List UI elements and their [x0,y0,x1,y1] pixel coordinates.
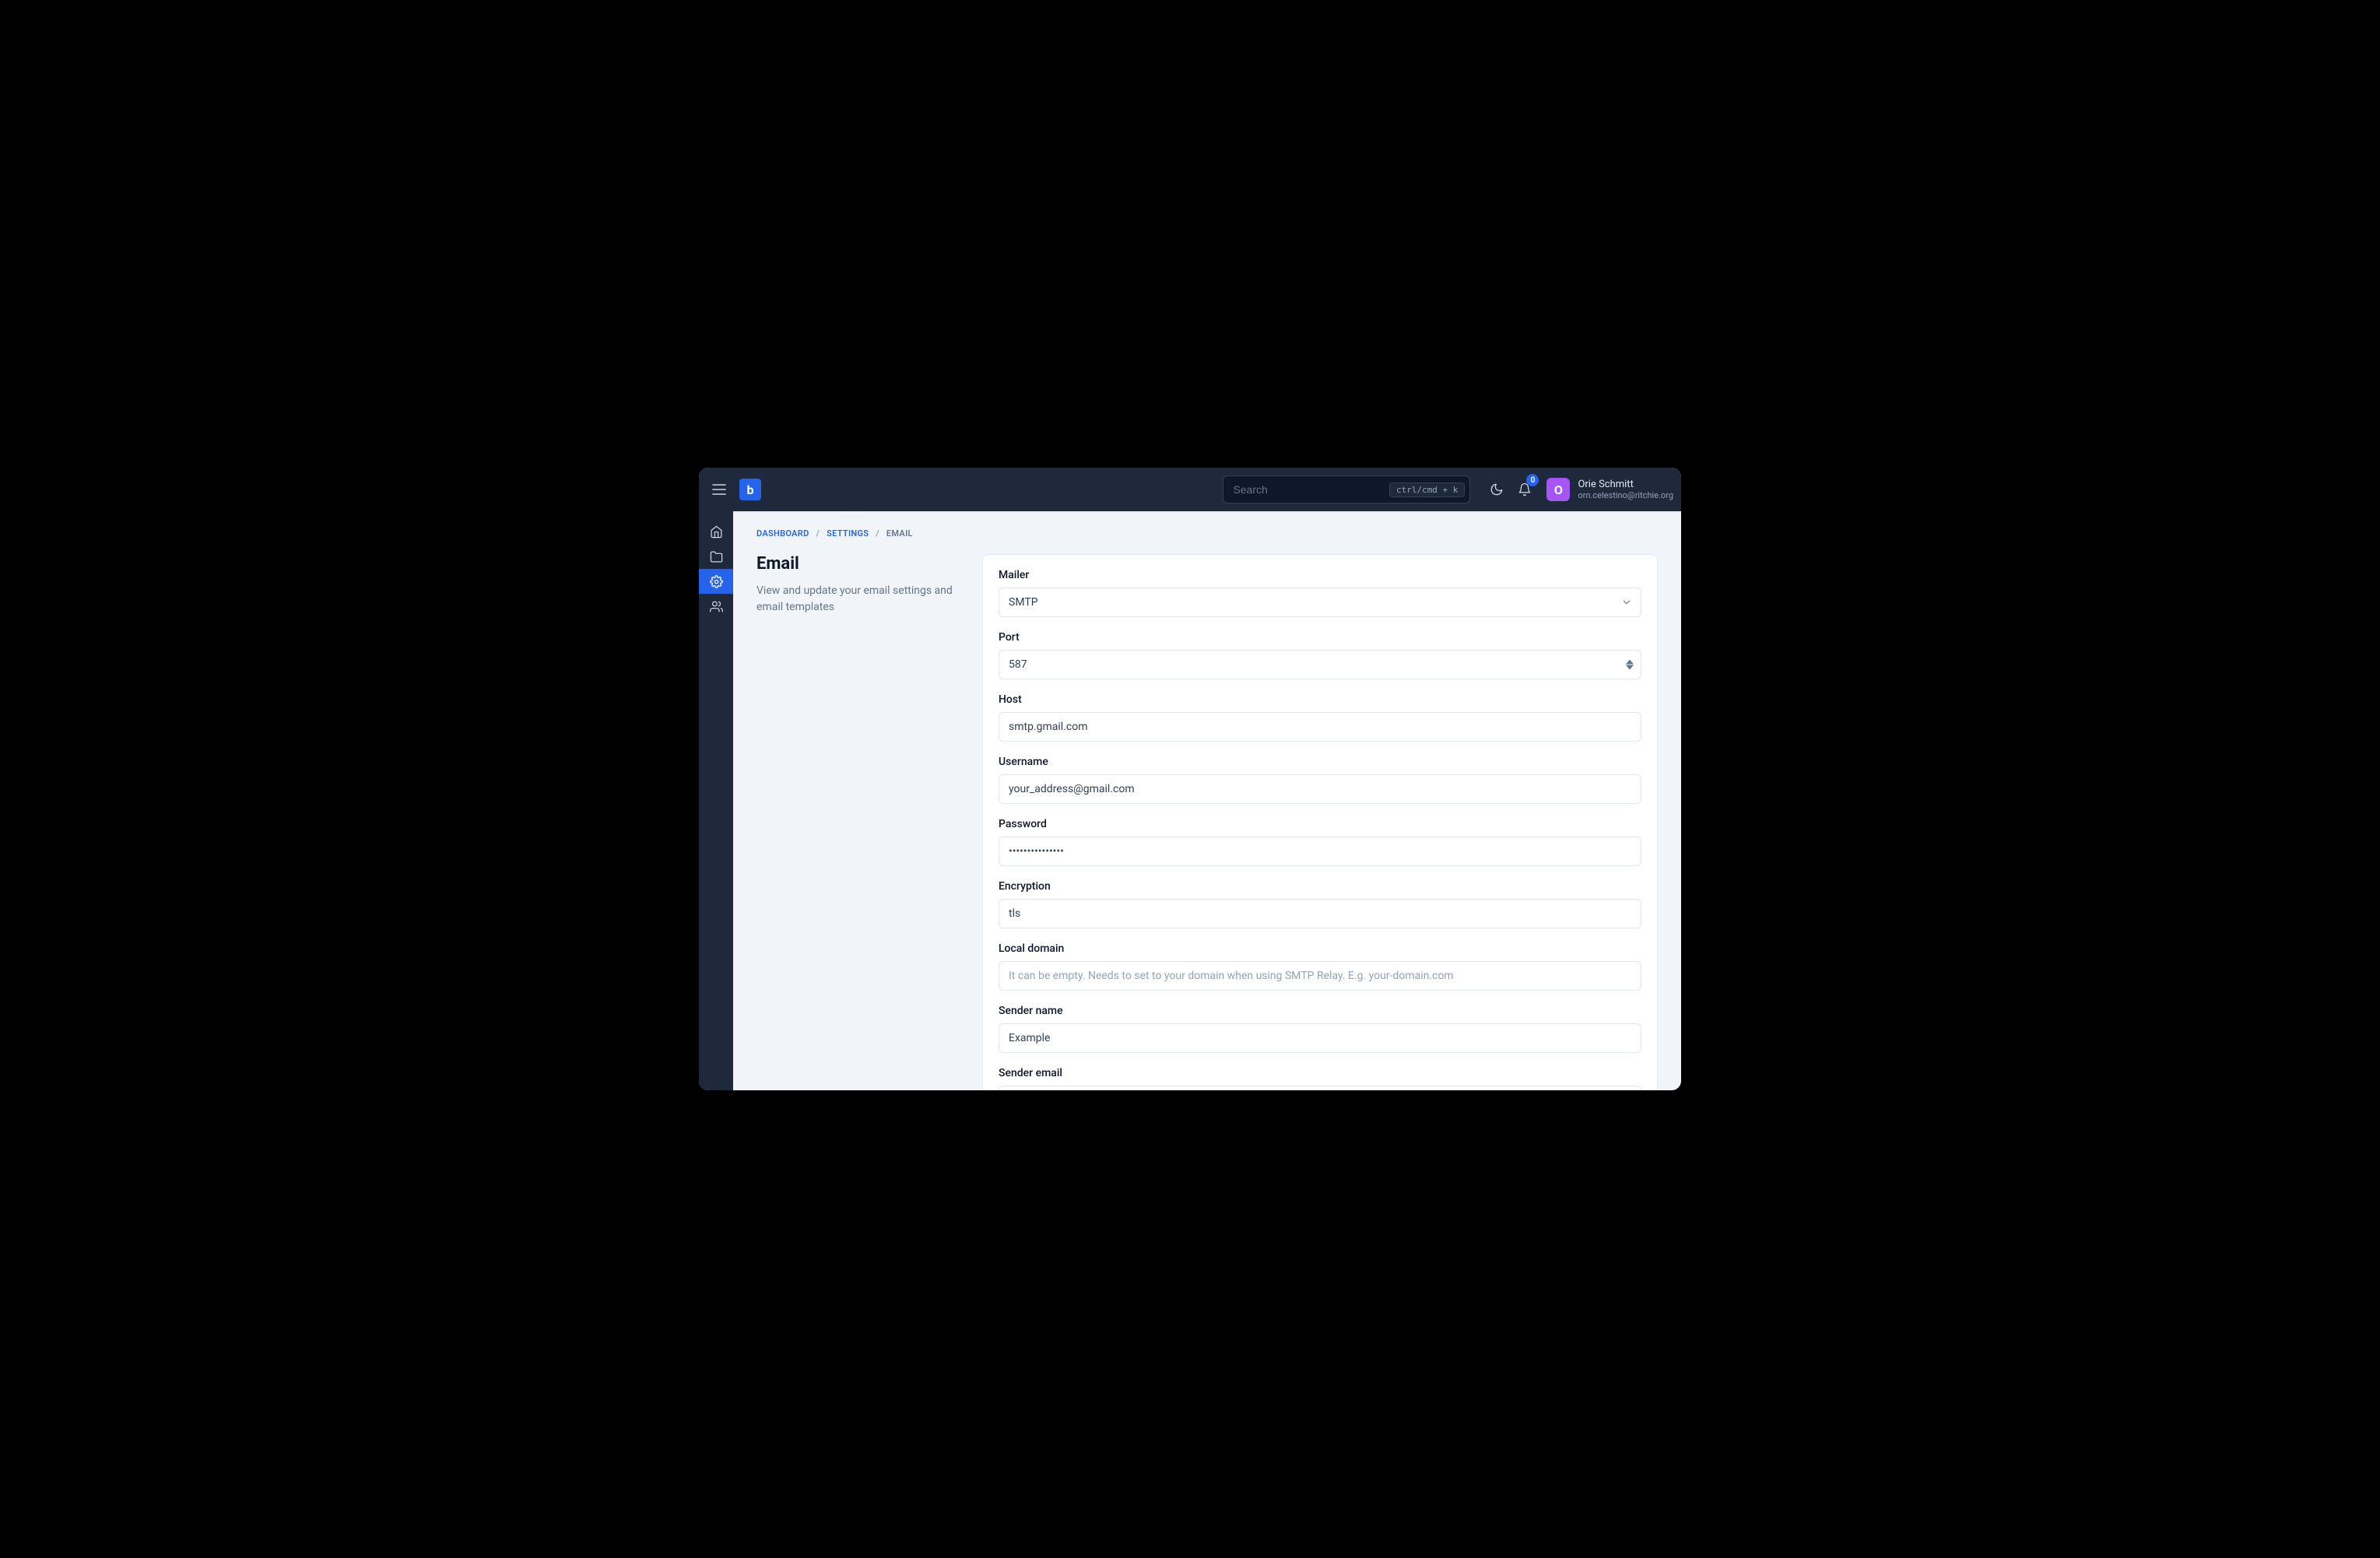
user-name: Orie Schmitt [1578,479,1673,491]
main-content: DASHBOARD / SETTINGS / EMAIL Email View … [733,511,1681,1090]
page-header: Email View and update your email setting… [756,554,959,616]
breadcrumb-sep: / [876,528,879,539]
page-title: Email [756,554,959,574]
encryption-input[interactable] [999,899,1641,928]
home-icon [710,525,723,539]
hamburger-icon [712,484,726,495]
sender-name-label: Sender name [999,1005,1641,1017]
user-email: orn.celestino@ritchie.org [1578,490,1673,500]
app-body: DASHBOARD / SETTINGS / EMAIL Email View … [699,511,1681,1090]
user-menu-button[interactable]: O Orie Schmitt orn.celestino@ritchie.org [1546,478,1673,501]
host-label: Host [999,693,1641,706]
app-logo[interactable]: b [739,479,761,500]
port-input[interactable] [999,650,1641,679]
username-label: Username [999,756,1641,768]
user-info: Orie Schmitt orn.celestino@ritchie.org [1578,479,1673,501]
field-password: Password [999,818,1641,866]
gear-icon [710,575,723,588]
search-shortcut-hint: ctrl/cmd + k [1389,482,1465,497]
field-host: Host [999,693,1641,742]
folder-icon [710,550,723,563]
users-icon [710,600,723,613]
topbar: b ctrl/cmd + k 0 O Orie Schmitt orn.cele… [699,468,1681,511]
search-input[interactable] [1233,483,1389,496]
breadcrumb-dashboard[interactable]: DASHBOARD [756,528,809,539]
field-local-domain: Local domain [999,942,1641,991]
field-sender-name: Sender name [999,1005,1641,1053]
notification-badge: 0 [1526,474,1539,486]
content-columns: Email View and update your email setting… [756,554,1658,1090]
menu-toggle-button[interactable] [708,479,730,500]
moon-icon [1490,482,1504,497]
settings-card: Mailer Port [982,554,1658,1090]
sender-name-input[interactable] [999,1023,1641,1053]
password-label: Password [999,818,1641,830]
field-username: Username [999,756,1641,804]
breadcrumb-settings[interactable]: SETTINGS [827,528,869,539]
sidebar-item-users[interactable] [699,594,733,619]
password-input[interactable] [999,837,1641,866]
mailer-select[interactable] [999,588,1641,617]
port-label: Port [999,631,1641,644]
field-mailer: Mailer [999,569,1641,617]
avatar: O [1546,478,1570,501]
page-description: View and update your email settings and … [756,583,959,616]
search-container: ctrl/cmd + k [1223,475,1470,504]
breadcrumb: DASHBOARD / SETTINGS / EMAIL [756,528,1658,539]
local-domain-input[interactable] [999,961,1641,991]
encryption-label: Encryption [999,880,1641,893]
breadcrumb-sep: / [816,528,820,539]
field-port: Port [999,631,1641,679]
app-window: b ctrl/cmd + k 0 O Orie Schmitt orn.cele… [699,468,1681,1090]
field-sender-email: Sender email [999,1067,1641,1090]
username-input[interactable] [999,774,1641,804]
sidebar-item-settings[interactable] [699,569,733,594]
logo-text: b [747,482,754,497]
sender-email-label: Sender email [999,1067,1641,1079]
local-domain-label: Local domain [999,942,1641,955]
sender-email-input[interactable] [999,1086,1641,1090]
avatar-initial: O [1554,482,1563,497]
notifications-button[interactable]: 0 [1512,477,1537,502]
sidebar-item-home[interactable] [699,519,733,544]
field-encryption: Encryption [999,880,1641,928]
sidebar-item-folders[interactable] [699,544,733,569]
host-input[interactable] [999,712,1641,742]
mailer-label: Mailer [999,569,1641,581]
sidebar [699,511,733,1090]
breadcrumb-current: EMAIL [886,528,913,539]
theme-toggle-button[interactable] [1484,477,1509,502]
